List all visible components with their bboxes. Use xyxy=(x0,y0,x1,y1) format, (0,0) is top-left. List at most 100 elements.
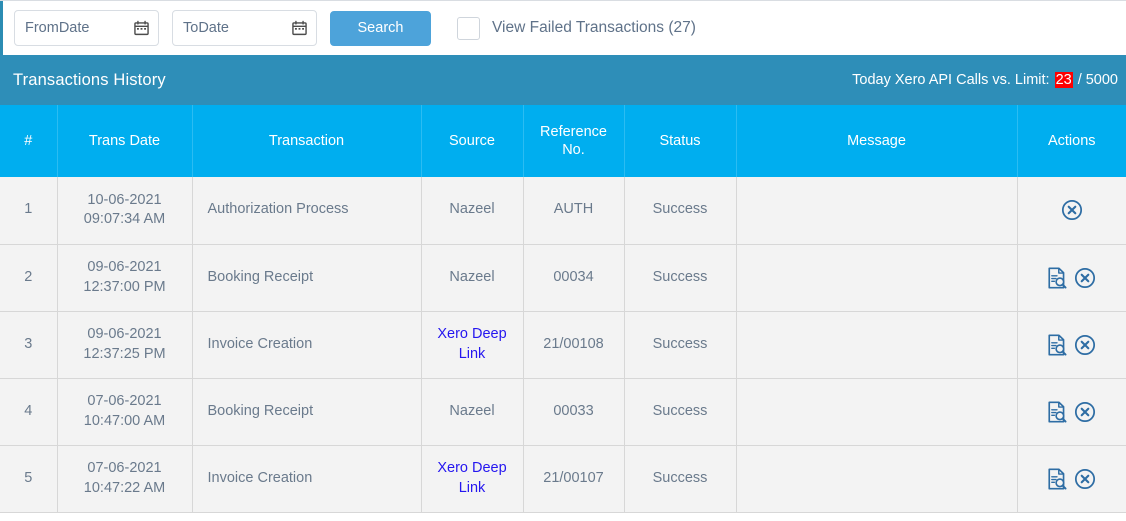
view-failed-transactions-checkbox[interactable] xyxy=(457,16,480,40)
row-index: 3 xyxy=(24,335,33,352)
row-reference: 21/00107 xyxy=(543,469,604,486)
table-row: 2 09-06-2021 12:37:00 PM Booking Receipt Naz… xyxy=(0,244,1126,312)
cell-transaction: Authorization Process xyxy=(192,177,422,245)
cell-reference-no: 21/00107 xyxy=(523,445,625,513)
from-date-field[interactable] xyxy=(14,10,159,46)
xero-deep-link[interactable]: Xero Deep Link xyxy=(437,460,506,496)
row-time: 10:47:00 AM xyxy=(83,412,166,429)
view-failed-transactions-group: View Failed Transactions (27) xyxy=(453,14,696,43)
cancel-circle-icon[interactable] xyxy=(1074,267,1096,289)
table-body: 1 10-06-2021 09:07:34 AM Authorization Proc… xyxy=(0,177,1126,513)
status-badge: Success xyxy=(652,268,708,285)
cell-transaction: Invoice Creation xyxy=(192,445,422,513)
table-row: 1 10-06-2021 09:07:34 AM Authorization Proc… xyxy=(0,177,1126,245)
cell-status: Success xyxy=(624,378,737,446)
cell-source: Nazeel xyxy=(421,177,524,245)
column-header-message: Message xyxy=(736,105,1018,177)
search-button[interactable]: Search xyxy=(330,10,431,46)
row-transaction: Invoice Creation xyxy=(207,469,313,486)
filter-toolbar: Search View Failed Transactions (27) xyxy=(0,0,1126,55)
row-reference: 00033 xyxy=(553,402,594,419)
row-transaction: Booking Receipt xyxy=(207,402,314,419)
status-badge: Success xyxy=(652,402,708,419)
cell-actions xyxy=(1017,378,1126,446)
from-date-input[interactable] xyxy=(15,11,158,45)
cell-trans-date: 10-06-2021 09:07:34 AM xyxy=(57,177,193,245)
row-source: Nazeel xyxy=(449,268,495,285)
cell-status: Success xyxy=(624,244,737,312)
document-search-icon[interactable] xyxy=(1047,266,1068,289)
row-source: Nazeel xyxy=(449,201,495,218)
column-header-status: Status xyxy=(624,105,737,177)
cell-index: 1 xyxy=(0,177,58,245)
row-date: 09-06-2021 xyxy=(87,258,162,275)
api-calls-counter: Today Xero API Calls vs. Limit: 23 / 500… xyxy=(852,72,1118,88)
row-time: 10:47:22 AM xyxy=(83,479,166,496)
row-transaction: Invoice Creation xyxy=(207,335,313,352)
column-header-trans-date: Trans Date xyxy=(57,105,193,177)
row-date: 10-06-2021 xyxy=(87,191,162,208)
cancel-circle-icon[interactable] xyxy=(1074,401,1096,423)
cell-transaction: Booking Receipt xyxy=(192,244,422,312)
document-search-icon[interactable] xyxy=(1047,467,1068,490)
column-header-source: Source xyxy=(421,105,524,177)
api-calls-label: Today Xero API Calls vs. Limit: xyxy=(852,72,1050,88)
cell-index: 5 xyxy=(0,445,58,513)
cell-trans-date: 09-06-2021 12:37:25 PM xyxy=(57,311,193,379)
row-source: Nazeel xyxy=(449,402,495,419)
document-search-icon[interactable] xyxy=(1047,400,1068,423)
column-header-reference-no: Reference No. xyxy=(523,105,625,177)
cell-trans-date: 07-06-2021 10:47:22 AM xyxy=(57,445,193,513)
column-header-transaction: Transaction xyxy=(192,105,422,177)
cell-source: Xero Deep Link xyxy=(421,311,524,379)
table-row: 4 07-06-2021 10:47:00 AM Booking Receipt Naz… xyxy=(0,378,1126,446)
cell-index: 3 xyxy=(0,311,58,379)
table-header-row: # Trans Date Transaction Source Referenc… xyxy=(0,105,1126,177)
transactions-history-header: Transactions History Today Xero API Call… xyxy=(0,55,1126,105)
cancel-circle-icon[interactable] xyxy=(1074,334,1096,356)
to-date-field[interactable] xyxy=(172,10,317,46)
table-row: 5 07-06-2021 10:47:22 AM Invoice Creation Xe… xyxy=(0,445,1126,513)
cell-status: Success xyxy=(624,311,737,379)
row-time: 09:07:34 AM xyxy=(83,211,166,228)
xero-deep-link[interactable]: Xero Deep Link xyxy=(437,326,506,362)
view-failed-transactions-label: View Failed Transactions (27) xyxy=(492,19,696,36)
cancel-circle-icon[interactable] xyxy=(1061,199,1083,221)
row-date: 07-06-2021 xyxy=(87,392,162,409)
cancel-circle-icon[interactable] xyxy=(1074,468,1096,490)
status-badge: Success xyxy=(652,469,708,486)
api-calls-used: 23 xyxy=(1054,72,1073,88)
row-index: 2 xyxy=(24,268,33,285)
row-time: 12:37:25 PM xyxy=(83,345,166,362)
cell-message xyxy=(736,311,1018,379)
row-reference: 00034 xyxy=(553,268,594,285)
cell-actions xyxy=(1017,244,1126,312)
to-date-input[interactable] xyxy=(173,11,316,45)
cell-status: Success xyxy=(624,445,737,513)
api-calls-separator: / xyxy=(1077,72,1082,88)
row-index: 5 xyxy=(24,469,33,486)
row-transaction: Authorization Process xyxy=(207,201,349,218)
cell-actions xyxy=(1017,311,1126,379)
transactions-table: # Trans Date Transaction Source Referenc… xyxy=(0,105,1126,513)
cell-message xyxy=(736,445,1018,513)
cell-message xyxy=(736,244,1018,312)
page-title: Transactions History xyxy=(13,70,166,89)
row-reference: 21/00108 xyxy=(543,335,604,352)
cell-index: 4 xyxy=(0,378,58,446)
cell-transaction: Booking Receipt xyxy=(192,378,422,446)
cell-message xyxy=(736,378,1018,446)
cell-transaction: Invoice Creation xyxy=(192,311,422,379)
row-time: 12:37:00 PM xyxy=(83,278,166,295)
table-row: 3 09-06-2021 12:37:25 PM Invoice Creation Xe… xyxy=(0,311,1126,379)
column-header-actions: Actions xyxy=(1017,105,1126,177)
document-search-icon[interactable] xyxy=(1047,333,1068,356)
cell-actions xyxy=(1017,445,1126,513)
cell-status: Success xyxy=(624,177,737,245)
api-calls-limit: 5000 xyxy=(1085,72,1118,88)
row-date: 07-06-2021 xyxy=(87,459,162,476)
cell-actions xyxy=(1017,177,1126,245)
column-header-index: # xyxy=(0,105,58,177)
status-badge: Success xyxy=(652,201,708,218)
cell-reference-no: 00034 xyxy=(523,244,625,312)
